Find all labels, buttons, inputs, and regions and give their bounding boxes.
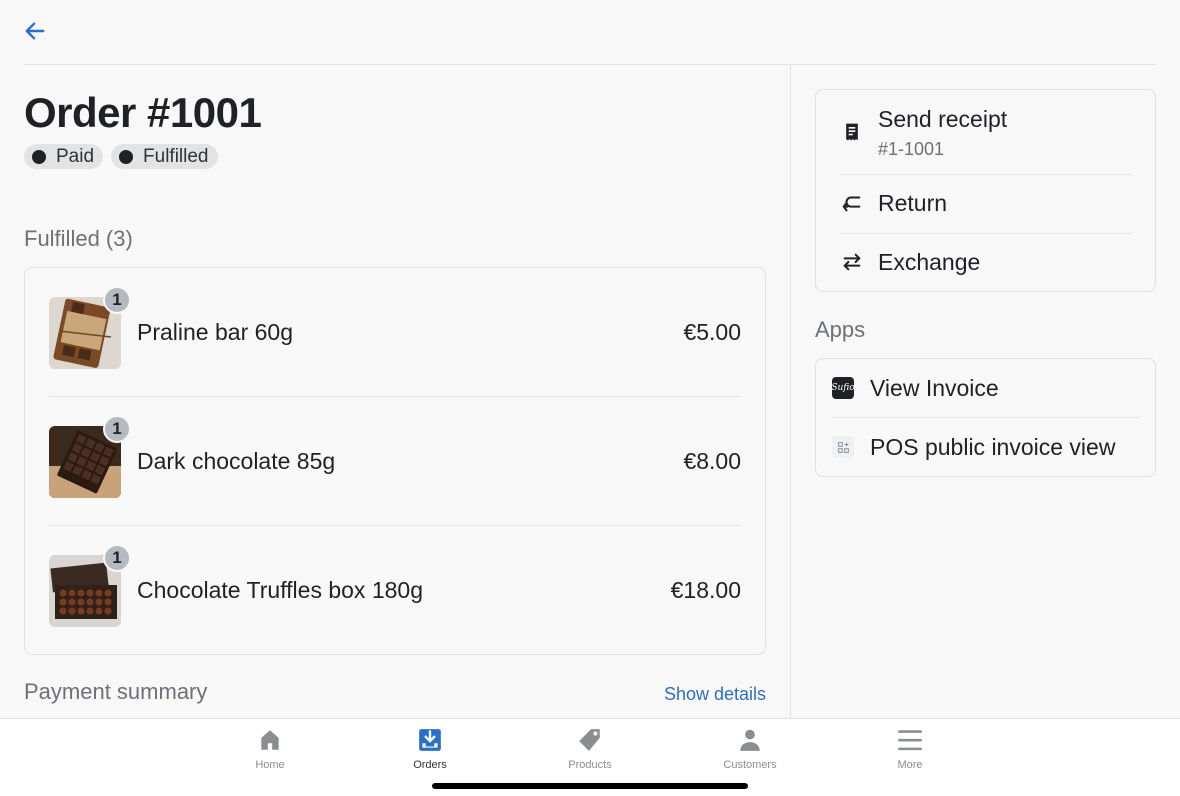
status-badge-paid: Paid: [24, 144, 104, 169]
tab-label: Orders: [413, 759, 447, 771]
return-arrow-icon: [840, 191, 864, 215]
product-thumbnail: 1: [49, 285, 131, 369]
item-price: €8.00: [683, 448, 741, 474]
status-dot-icon: [32, 149, 46, 164]
back-button[interactable]: [24, 18, 48, 44]
top-bar: [24, 0, 1156, 65]
send-receipt-button[interactable]: Send receipt #1-1001: [840, 106, 1131, 160]
tab-orders[interactable]: Orders: [380, 727, 480, 771]
order-actions-card: Send receipt #1-1001 Return Exchange: [815, 89, 1156, 292]
status-badge-fulfilled: Fulfilled: [111, 144, 218, 169]
app-grid-icon: [832, 436, 854, 458]
column-divider: [790, 65, 791, 718]
quantity-badge: 1: [103, 285, 131, 314]
tag-icon: [579, 729, 600, 751]
show-details-link[interactable]: Show details: [664, 684, 766, 705]
app-label: View Invoice: [870, 374, 999, 401]
apps-card: Sufio View Invoice POS public invoice vi…: [815, 358, 1156, 477]
apps-section-title: Apps: [815, 317, 866, 342]
divider: [840, 233, 1131, 234]
quantity-badge: 1: [103, 414, 131, 443]
fulfilled-section-title: Fulfilled (3): [24, 226, 133, 251]
item-name: Dark chocolate 85g: [137, 448, 336, 474]
sufio-app-icon: Sufio: [831, 377, 855, 399]
status-badges: Paid Fulfilled: [24, 144, 218, 169]
status-dot-icon: [119, 149, 134, 164]
quantity-badge: 1: [103, 543, 131, 572]
person-icon: [740, 729, 760, 751]
send-receipt-label: Send receipt: [878, 106, 1008, 132]
pos-public-invoice-view-app[interactable]: POS public invoice view: [832, 418, 1139, 476]
home-indicator: [432, 783, 748, 789]
receipt-number: #1-1001: [878, 139, 945, 159]
exchange-button[interactable]: Exchange: [840, 247, 1131, 277]
side-column: Send receipt #1-1001 Return Exchange: [815, 89, 1156, 292]
order-main-column: Order #1001 Paid Fulfilled Fulfilled (3): [24, 65, 766, 718]
line-item[interactable]: 1 Praline bar 60g €5.00: [49, 268, 741, 397]
exchange-arrows-icon: [840, 250, 864, 274]
return-label: Return: [878, 189, 948, 216]
divider: [840, 174, 1131, 175]
tab-label: More: [897, 759, 923, 771]
product-thumbnail: 1: [49, 543, 131, 627]
tab-home[interactable]: Home: [220, 727, 320, 771]
orders-icon: [419, 729, 441, 751]
tab-label: Customers: [723, 759, 777, 771]
return-button[interactable]: Return: [840, 188, 1131, 218]
exchange-label: Exchange: [878, 248, 981, 275]
payment-summary-title: Payment summary: [24, 679, 208, 704]
item-name: Chocolate Truffles box 180g: [137, 577, 423, 603]
item-name: Praline bar 60g: [137, 319, 293, 345]
app-label: POS public invoice view: [870, 433, 1116, 460]
menu-icon: [898, 730, 922, 751]
tab-more[interactable]: More: [860, 727, 960, 771]
home-icon: [261, 730, 279, 750]
badge-label: Fulfilled: [143, 145, 209, 167]
page-title: Order #1001: [24, 89, 262, 136]
fulfilled-items-card: 1 Praline bar 60g €5.00 1 Dark chocolate…: [24, 267, 766, 655]
tab-customers[interactable]: Customers: [700, 727, 800, 771]
item-price: €18.00: [670, 577, 741, 603]
item-price: €5.00: [683, 319, 741, 345]
view-invoice-app[interactable]: Sufio View Invoice: [831, 359, 1139, 417]
tab-products[interactable]: Products: [540, 727, 640, 771]
tab-label: Products: [568, 759, 612, 771]
line-item[interactable]: 1 Dark chocolate 85g €8.00: [49, 397, 741, 526]
product-thumbnail: 1: [49, 414, 131, 498]
arrow-left-icon: [25, 22, 45, 40]
receipt-icon: [840, 120, 864, 144]
tab-label: Home: [255, 759, 285, 771]
badge-label: Paid: [56, 145, 95, 167]
line-item[interactable]: 1 Chocolate Truffles box 180g €18.00: [49, 526, 741, 655]
